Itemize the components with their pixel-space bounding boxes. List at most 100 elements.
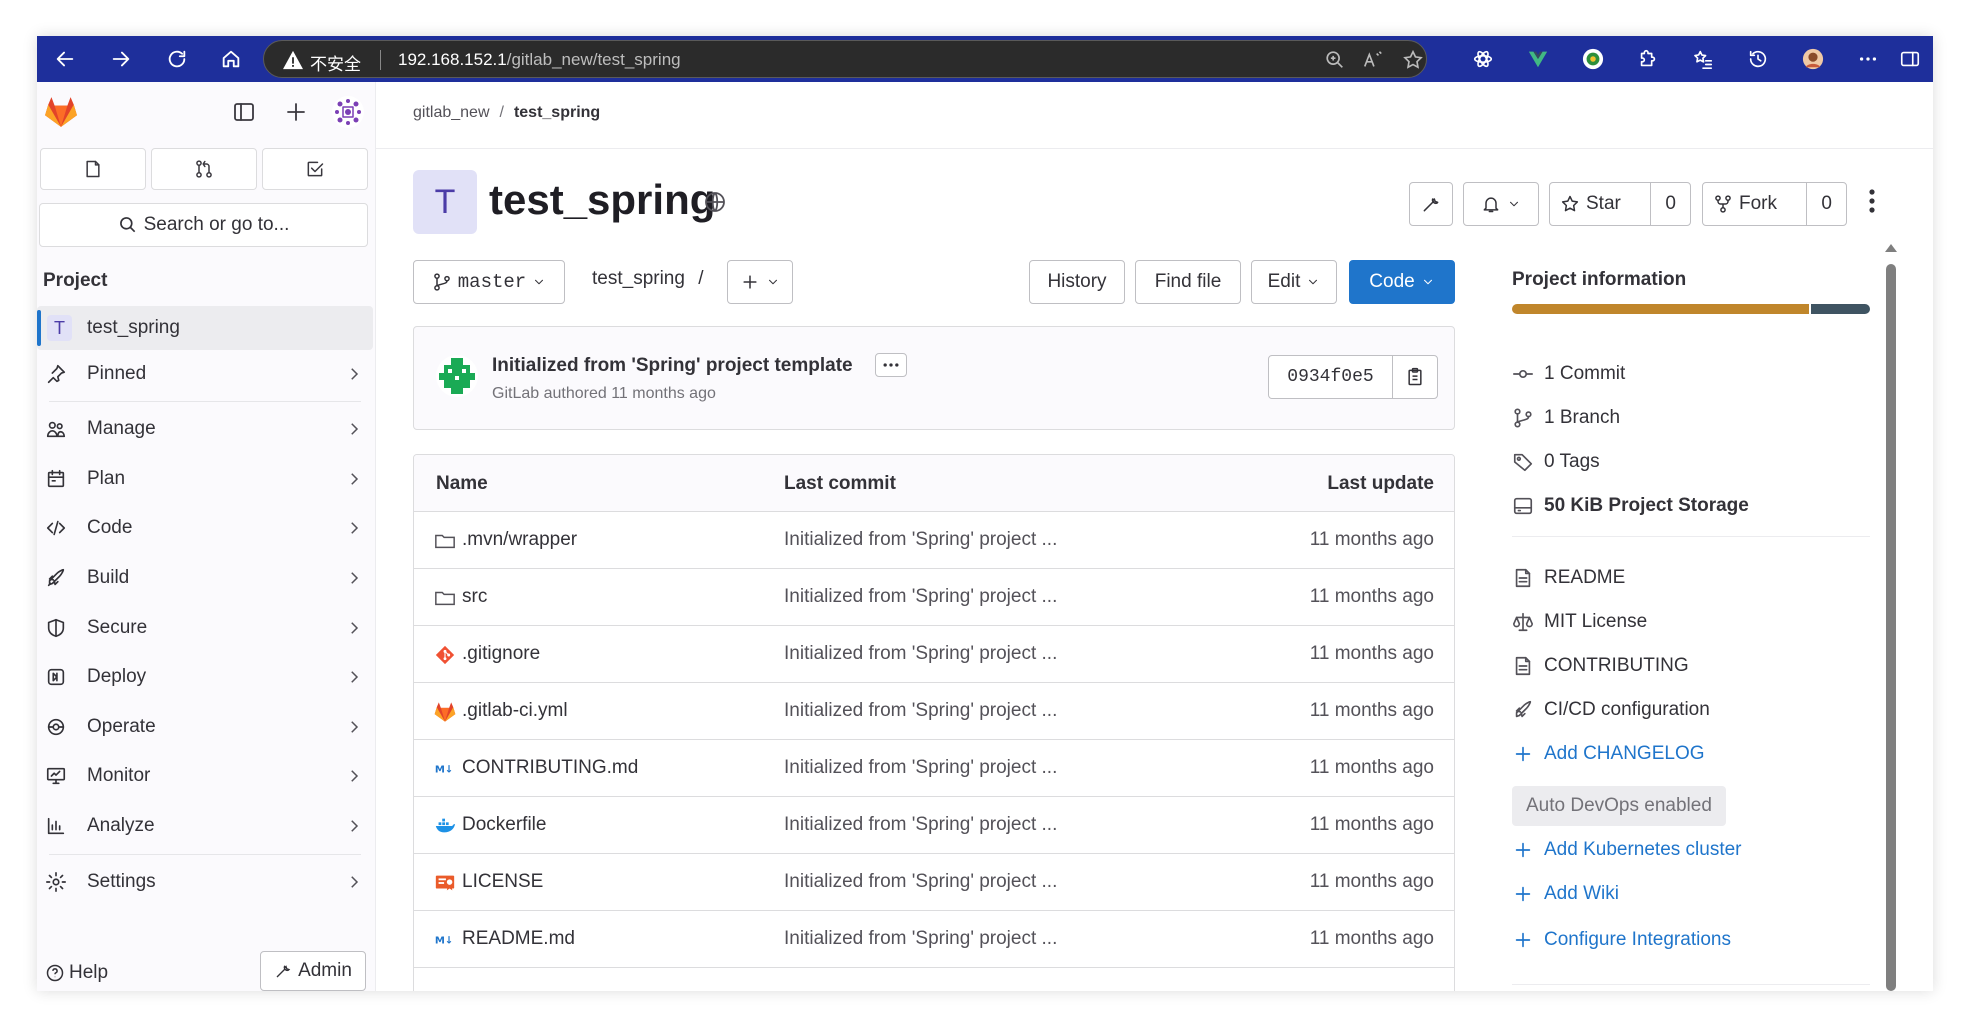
sidebar-item-code[interactable]: Code <box>37 506 373 550</box>
favorites-button[interactable] <box>1682 36 1724 82</box>
commit-message-link[interactable]: Initialized from 'Spring' project ... <box>784 700 1057 722</box>
commit-sha-button[interactable]: 0934f0e5 <box>1269 356 1393 398</box>
extensions-button[interactable] <box>1627 36 1669 82</box>
url-text[interactable]: 192.168.152.1/gitlab_new/test_spring <box>398 50 681 70</box>
branch-selector[interactable]: master <box>413 260 565 304</box>
license-link[interactable]: MIT License <box>1512 608 1647 636</box>
sidebar-item-monitor[interactable]: Monitor <box>37 754 373 798</box>
sidebar-item-manage[interactable]: Manage <box>37 407 373 451</box>
file-name-link[interactable]: .mvn/wrapper <box>462 529 577 551</box>
language-bar[interactable] <box>1512 304 1870 314</box>
table-row[interactable]: src Initialized from 'Spring' project ..… <box>414 569 1454 626</box>
extension-button[interactable] <box>1462 36 1504 82</box>
sidebar-toggle-button[interactable] <box>1889 36 1931 82</box>
favorite-star-icon[interactable] <box>1402 49 1424 71</box>
copy-sha-button[interactable] <box>1393 356 1437 398</box>
sidebar-item-secure[interactable]: Secure <box>37 606 373 650</box>
more-actions-icon[interactable] <box>1868 186 1876 216</box>
cicd-configuration-link[interactable]: CI/CD configuration <box>1512 696 1710 724</box>
commit-message-link[interactable]: Initialized from 'Spring' project ... <box>784 643 1057 665</box>
file-name-link[interactable]: README.md <box>462 928 575 950</box>
table-row[interactable]: LICENSE Initialized from 'Spring' projec… <box>414 854 1454 911</box>
search-box[interactable]: Search or go to... <box>39 203 368 247</box>
file-name-link[interactable]: CONTRIBUTING.md <box>462 757 638 779</box>
file-name-link[interactable]: .gitlab-ci.yml <box>462 700 568 722</box>
find-file-button[interactable]: Find file <box>1135 260 1241 304</box>
admin-button[interactable]: Admin <box>260 951 366 991</box>
add-to-tree-button[interactable] <box>727 260 793 304</box>
commit-message-link[interactable]: Initialized from 'Spring' project ... <box>784 871 1057 893</box>
table-row[interactable]: M↓ CONTRIBUTING.md Initialized from 'Spr… <box>414 740 1454 797</box>
fork-button[interactable]: Fork 0 <box>1702 182 1847 226</box>
sidebar-item-analyze[interactable]: Analyze <box>37 804 373 848</box>
branches-link[interactable]: 1 Branch <box>1512 404 1620 432</box>
commit-message-link[interactable]: Initialized from 'Spring' project ... <box>784 586 1057 608</box>
refresh-button[interactable] <box>155 36 199 82</box>
commits-link[interactable]: 1 Commit <box>1512 360 1625 388</box>
configure-integrations-link[interactable]: Configure Integrations <box>1512 926 1731 954</box>
scroll-up-arrow[interactable] <box>1885 244 1897 252</box>
merge-requests-quick-button[interactable] <box>151 148 257 190</box>
tags-link[interactable]: 0 Tags <box>1512 448 1600 476</box>
star-count[interactable]: 0 <box>1650 183 1690 225</box>
sidebar-item-pinned[interactable]: Pinned <box>37 352 373 396</box>
create-new-button[interactable] <box>282 98 310 126</box>
user-avatar-button[interactable] <box>332 96 364 128</box>
history-button[interactable]: History <box>1029 260 1125 304</box>
sidebar-item-plan[interactable]: Plan <box>37 457 373 501</box>
commit-message-link[interactable]: Initialized from 'Spring' project ... <box>784 814 1057 836</box>
file-name-link[interactable]: Dockerfile <box>462 814 546 836</box>
issues-quick-button[interactable] <box>40 148 146 190</box>
scrollbar[interactable] <box>1886 264 1896 991</box>
repo-path-link[interactable]: test_spring <box>592 268 685 289</box>
green-extension-button[interactable] <box>1572 36 1614 82</box>
commit-message-link[interactable]: Initialized from 'Spring' project ... <box>784 529 1057 551</box>
commit-message-link[interactable]: Initialized from 'Spring' project ... <box>784 757 1057 779</box>
star-button[interactable]: Star 0 <box>1549 182 1691 226</box>
code-dropdown-button[interactable]: Code <box>1349 260 1455 304</box>
commit-message-link[interactable]: Initialized from 'Spring' project ... <box>784 928 1057 950</box>
forward-button[interactable] <box>99 36 143 82</box>
more-menu-button[interactable] <box>1847 36 1889 82</box>
language-segment[interactable] <box>1512 304 1810 314</box>
notification-button[interactable] <box>1463 182 1539 226</box>
security-label[interactable]: 不安全 <box>310 50 361 75</box>
toggle-commit-description-button[interactable] <box>875 353 907 377</box>
gitlab-logo[interactable] <box>41 92 81 132</box>
todos-quick-button[interactable] <box>262 148 368 190</box>
collapse-sidebar-button[interactable] <box>230 98 258 126</box>
address-bar[interactable]: 不安全 192.168.152.1/gitlab_new/test_spring <box>263 40 1427 78</box>
file-name-link[interactable]: .gitignore <box>462 643 540 665</box>
history-button[interactable] <box>1737 36 1779 82</box>
back-button[interactable] <box>43 36 87 82</box>
commit-message-link[interactable]: Initialized from 'Spring' project templa… <box>492 355 853 377</box>
edit-button[interactable]: Edit <box>1251 260 1337 304</box>
home-button[interactable] <box>209 36 253 82</box>
help-button[interactable]: Help <box>45 962 108 984</box>
vue-extension-button[interactable] <box>1517 36 1559 82</box>
sidebar-item-build[interactable]: Build <box>37 556 373 600</box>
auto-devops-badge[interactable]: Auto DevOps enabled <box>1512 786 1726 826</box>
table-row[interactable]: M↓ README.md Initialized from 'Spring' p… <box>414 911 1454 968</box>
file-name-link[interactable]: LICENSE <box>462 871 543 893</box>
readme-link[interactable]: README <box>1512 564 1625 592</box>
sidebar-item-operate[interactable]: Operate <box>37 705 373 749</box>
add-kubernetes-cluster-link[interactable]: Add Kubernetes cluster <box>1512 836 1742 864</box>
contributing-link[interactable]: CONTRIBUTING <box>1512 652 1689 680</box>
breadcrumb-project-link[interactable]: test_spring <box>514 104 600 121</box>
admin-settings-button[interactable] <box>1409 182 1453 226</box>
table-row[interactable]: .mvn/wrapper Initialized from 'Spring' p… <box>414 512 1454 569</box>
language-segment[interactable] <box>1811 304 1870 314</box>
table-row[interactable]: .gitlab-ci.yml Initialized from 'Spring'… <box>414 683 1454 740</box>
sidebar-item-deploy[interactable]: Deploy <box>37 655 373 699</box>
sidebar-item-settings[interactable]: Settings <box>37 860 373 904</box>
table-row[interactable]: Dockerfile Initialized from 'Spring' pro… <box>414 797 1454 854</box>
add-changelog-link[interactable]: Add CHANGELOG <box>1512 740 1705 768</box>
profile-button[interactable] <box>1792 36 1834 82</box>
add-wiki-link[interactable]: Add Wiki <box>1512 880 1619 908</box>
storage-link[interactable]: 50 KiB Project Storage <box>1512 492 1749 520</box>
breadcrumb-group-link[interactable]: gitlab_new <box>413 104 490 121</box>
zoom-icon[interactable] <box>1324 49 1346 71</box>
file-name-link[interactable]: src <box>462 586 487 608</box>
read-aloud-icon[interactable] <box>1362 49 1384 71</box>
